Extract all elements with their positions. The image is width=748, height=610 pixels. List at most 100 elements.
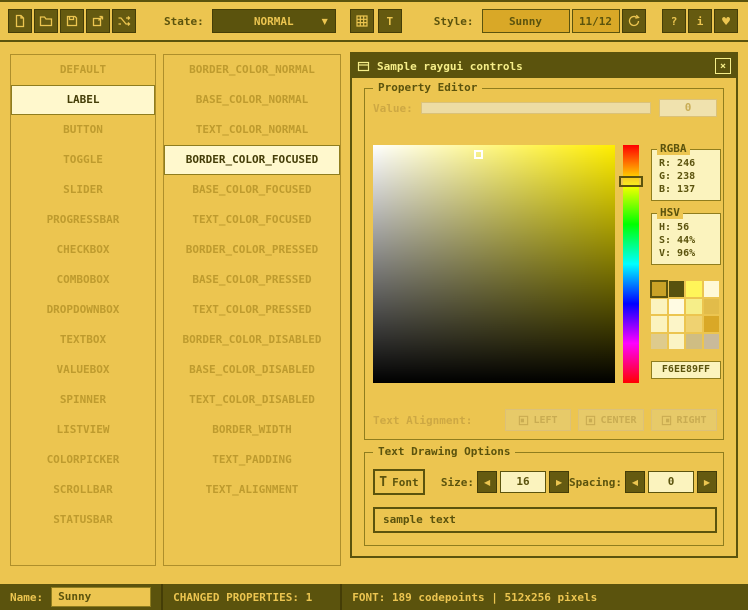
list-item-slider[interactable]: SLIDER [11,175,155,205]
palette-swatch-7[interactable] [704,299,720,315]
size-decrease-button[interactable]: ◀ [477,471,497,493]
list-item-listview[interactable]: LISTVIEW [11,415,155,445]
reload-style-button[interactable] [622,9,646,33]
sponsor-button[interactable]: ♥ [714,9,738,33]
spacing-decrease-button[interactable]: ◀ [625,471,645,493]
sample-text-box[interactable]: sample text [373,507,717,533]
shuffle-icon [117,14,131,28]
list-item-valuebox[interactable]: VALUEBOX [11,355,155,385]
hsv-label: HSV [657,206,683,219]
size-spinner: Size: ◀ 16 ▶ [441,471,569,493]
save-style-button[interactable] [60,9,84,33]
list-item-border_color_disabled[interactable]: BORDER_COLOR_DISABLED [164,325,340,355]
font-atlas-button[interactable] [350,9,374,33]
list-item-textbox[interactable]: TEXTBOX [11,325,155,355]
palette-swatch-9[interactable] [669,316,685,332]
hue-slider-handle[interactable] [619,176,643,187]
list-item-checkbox[interactable]: CHECKBOX [11,235,155,265]
list-item-border_color_pressed[interactable]: BORDER_COLOR_PRESSED [164,235,340,265]
list-item-button[interactable]: BUTTON [11,115,155,145]
spacing-spinner: Spacing: ◀ 0 ▶ [569,471,717,493]
info-icon: i [697,15,704,28]
colorpicker-cursor[interactable] [474,150,483,159]
font-button[interactable]: T Font [373,469,425,495]
window-titlebar[interactable]: Sample raygui controls × [352,54,736,78]
list-item-border_color_focused[interactable]: BORDER_COLOR_FOCUSED [164,145,340,175]
palette-swatch-13[interactable] [669,334,685,350]
align-center-icon [585,415,596,426]
load-style-button[interactable] [34,9,58,33]
value-box: 0 [659,99,717,117]
style-name-input[interactable]: Sunny [51,587,151,607]
palette-swatch-0[interactable] [651,281,667,297]
list-item-scrollbar[interactable]: SCROLLBAR [11,475,155,505]
colorpicker-panel[interactable] [373,145,615,383]
hex-value-box[interactable]: F6EE89FF [651,361,721,379]
list-item-base_color_normal[interactable]: BASE_COLOR_NORMAL [164,85,340,115]
font-button-label: Font [392,476,419,489]
spacing-increase-button[interactable]: ▶ [697,471,717,493]
list-item-toggle[interactable]: TOGGLE [11,145,155,175]
value-label: Value: [373,102,413,115]
help-icon: ? [671,15,678,28]
text-tool-button[interactable]: T [378,9,402,33]
sample-controls-window: Sample raygui controls × Property Editor… [350,52,738,558]
arrow-right-icon: ▶ [704,478,710,487]
list-item-text_color_disabled[interactable]: TEXT_COLOR_DISABLED [164,385,340,415]
palette-swatch-14[interactable] [686,334,702,350]
spacing-value-box[interactable]: 0 [648,471,694,493]
list-item-base_color_pressed[interactable]: BASE_COLOR_PRESSED [164,265,340,295]
color-palette [651,281,721,349]
align-right-label: RIGHT [676,415,706,426]
palette-swatch-4[interactable] [651,299,667,315]
list-item-text_padding[interactable]: TEXT_PADDING [164,445,340,475]
close-icon: × [720,61,726,72]
list-item-combobox[interactable]: COMBOBOX [11,265,155,295]
size-label: Size: [441,476,474,489]
list-item-base_color_focused[interactable]: BASE_COLOR_FOCUSED [164,175,340,205]
list-item-border_color_normal[interactable]: BORDER_COLOR_NORMAL [164,55,340,85]
list-item-text_color_focused[interactable]: TEXT_COLOR_FOCUSED [164,205,340,235]
palette-swatch-12[interactable] [651,334,667,350]
window-title: Sample raygui controls [377,60,523,73]
text-options-label: Text Drawing Options [373,445,515,458]
size-increase-button[interactable]: ▶ [549,471,569,493]
size-value-box[interactable]: 16 [500,471,546,493]
list-item-label[interactable]: LABEL [11,85,155,115]
palette-swatch-1[interactable] [669,281,685,297]
list-item-spinner[interactable]: SPINNER [11,385,155,415]
palette-swatch-5[interactable] [669,299,685,315]
palette-swatch-8[interactable] [651,316,667,332]
list-item-base_color_disabled[interactable]: BASE_COLOR_DISABLED [164,355,340,385]
list-item-dropdownbox[interactable]: DROPDOWNBOX [11,295,155,325]
palette-swatch-2[interactable] [686,281,702,297]
list-item-default[interactable]: DEFAULT [11,55,155,85]
palette-swatch-15[interactable] [704,334,720,350]
close-window-button[interactable]: × [715,58,731,74]
list-item-colorpicker[interactable]: COLORPICKER [11,445,155,475]
align-right-icon [661,415,672,426]
list-item-text_color_pressed[interactable]: TEXT_COLOR_PRESSED [164,295,340,325]
rgba-g-value: G: 238 [659,170,720,183]
value-slider [421,102,651,114]
info-button[interactable]: i [688,9,712,33]
list-item-border_width[interactable]: BORDER_WIDTH [164,415,340,445]
palette-swatch-6[interactable] [686,299,702,315]
palette-swatch-10[interactable] [686,316,702,332]
random-style-button[interactable] [112,9,136,33]
palette-swatch-3[interactable] [704,281,720,297]
align-left-toggle: LEFT [505,409,571,431]
palette-swatch-11[interactable] [704,316,720,332]
style-selector-button[interactable]: Sunny [482,9,570,33]
list-item-text_alignment[interactable]: TEXT_ALIGNMENT [164,475,340,505]
list-item-progressbar[interactable]: PROGRESSBAR [11,205,155,235]
list-item-text_color_normal[interactable]: TEXT_COLOR_NORMAL [164,115,340,145]
rgba-label: RGBA [657,142,690,155]
new-style-button[interactable] [8,9,32,33]
hue-slider[interactable] [623,145,639,383]
align-center-label: CENTER [600,415,636,426]
help-button[interactable]: ? [662,9,686,33]
export-style-button[interactable] [86,9,110,33]
list-item-statusbar[interactable]: STATUSBAR [11,505,155,535]
state-dropdown[interactable]: NORMAL ▼ [212,9,336,33]
